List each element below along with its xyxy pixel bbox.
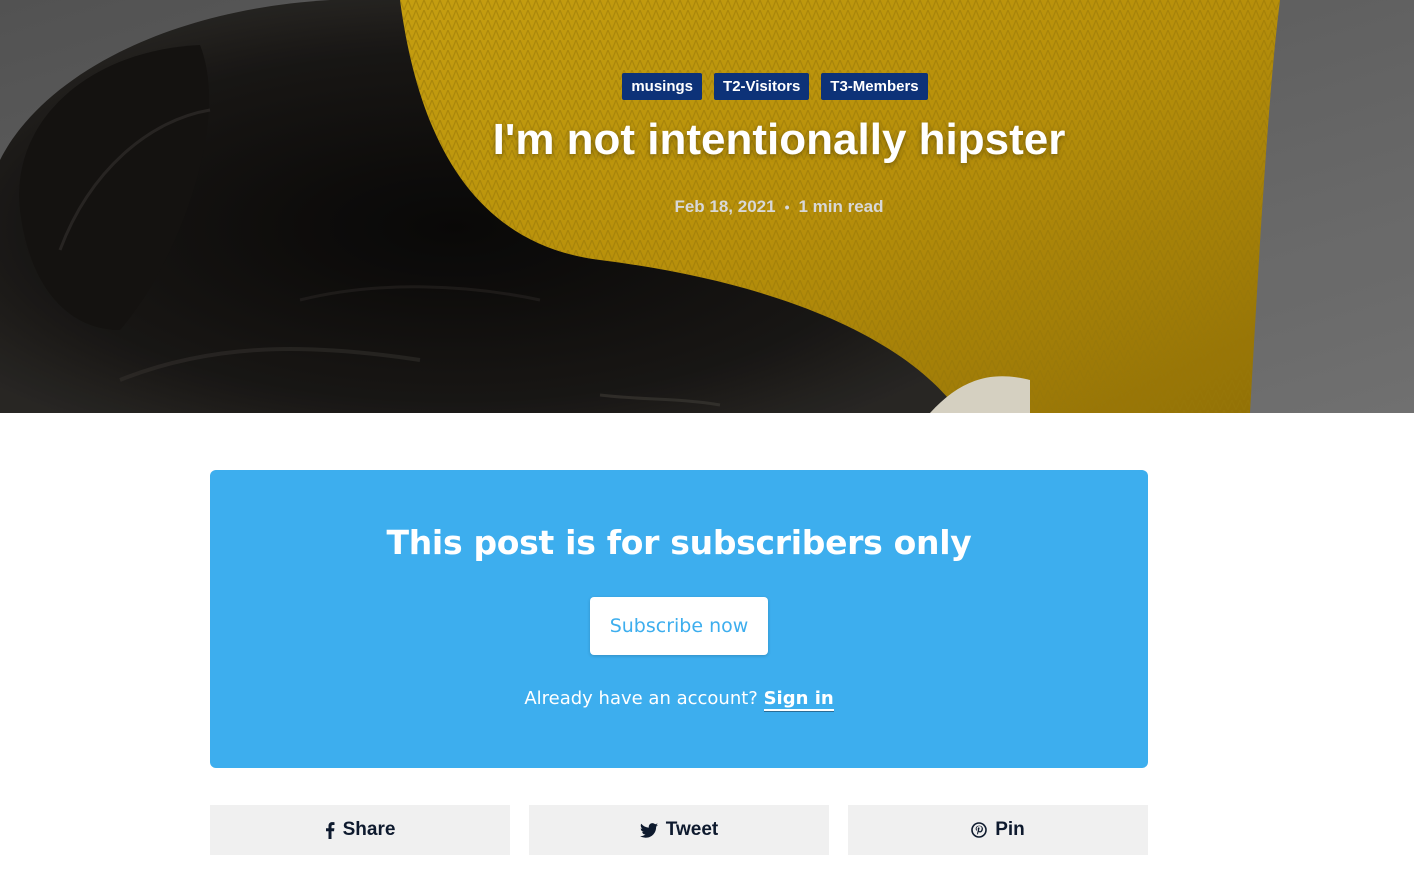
share-facebook-label: Share: [342, 819, 396, 840]
cta-title: This post is for subscribers only: [386, 523, 972, 562]
tag-t2-visitors[interactable]: T2-Visitors: [714, 73, 810, 100]
signin-link[interactable]: Sign in: [763, 688, 834, 711]
share-pinterest-label: Pin: [995, 819, 1025, 840]
post-title: I'm not intentionally hipster: [492, 115, 1066, 164]
share-pinterest-button[interactable]: Pin: [848, 805, 1148, 855]
facebook-icon: [325, 821, 335, 839]
subscribe-button[interactable]: Subscribe now: [590, 597, 768, 655]
account-prompt-text: Already have an account?: [524, 688, 758, 709]
tag-t3-members[interactable]: T3-Members: [821, 73, 928, 100]
pinterest-icon: [971, 822, 988, 838]
share-twitter-label: Tweet: [665, 819, 719, 840]
post-hero: musings T2-Visitors T3-Members I'm not i…: [0, 0, 1414, 413]
twitter-icon: [639, 822, 658, 838]
post-date: Feb 18, 2021: [674, 197, 776, 216]
share-twitter-button[interactable]: Tweet: [529, 805, 829, 855]
post-meta: Feb 18, 2021 • 1 min read: [0, 196, 1414, 218]
meta-separator: •: [784, 199, 790, 215]
tag-musings[interactable]: musings: [622, 73, 703, 100]
account-prompt: Already have an account? Sign in: [210, 686, 1148, 712]
read-time: 1 min read: [798, 197, 884, 216]
post-tags: musings T2-Visitors T3-Members: [0, 73, 1414, 100]
share-bar: Share Tweet Pin: [210, 805, 1148, 855]
subscribe-cta: This post is for subscribers only Subscr…: [210, 470, 1148, 768]
share-facebook-button[interactable]: Share: [210, 805, 510, 855]
